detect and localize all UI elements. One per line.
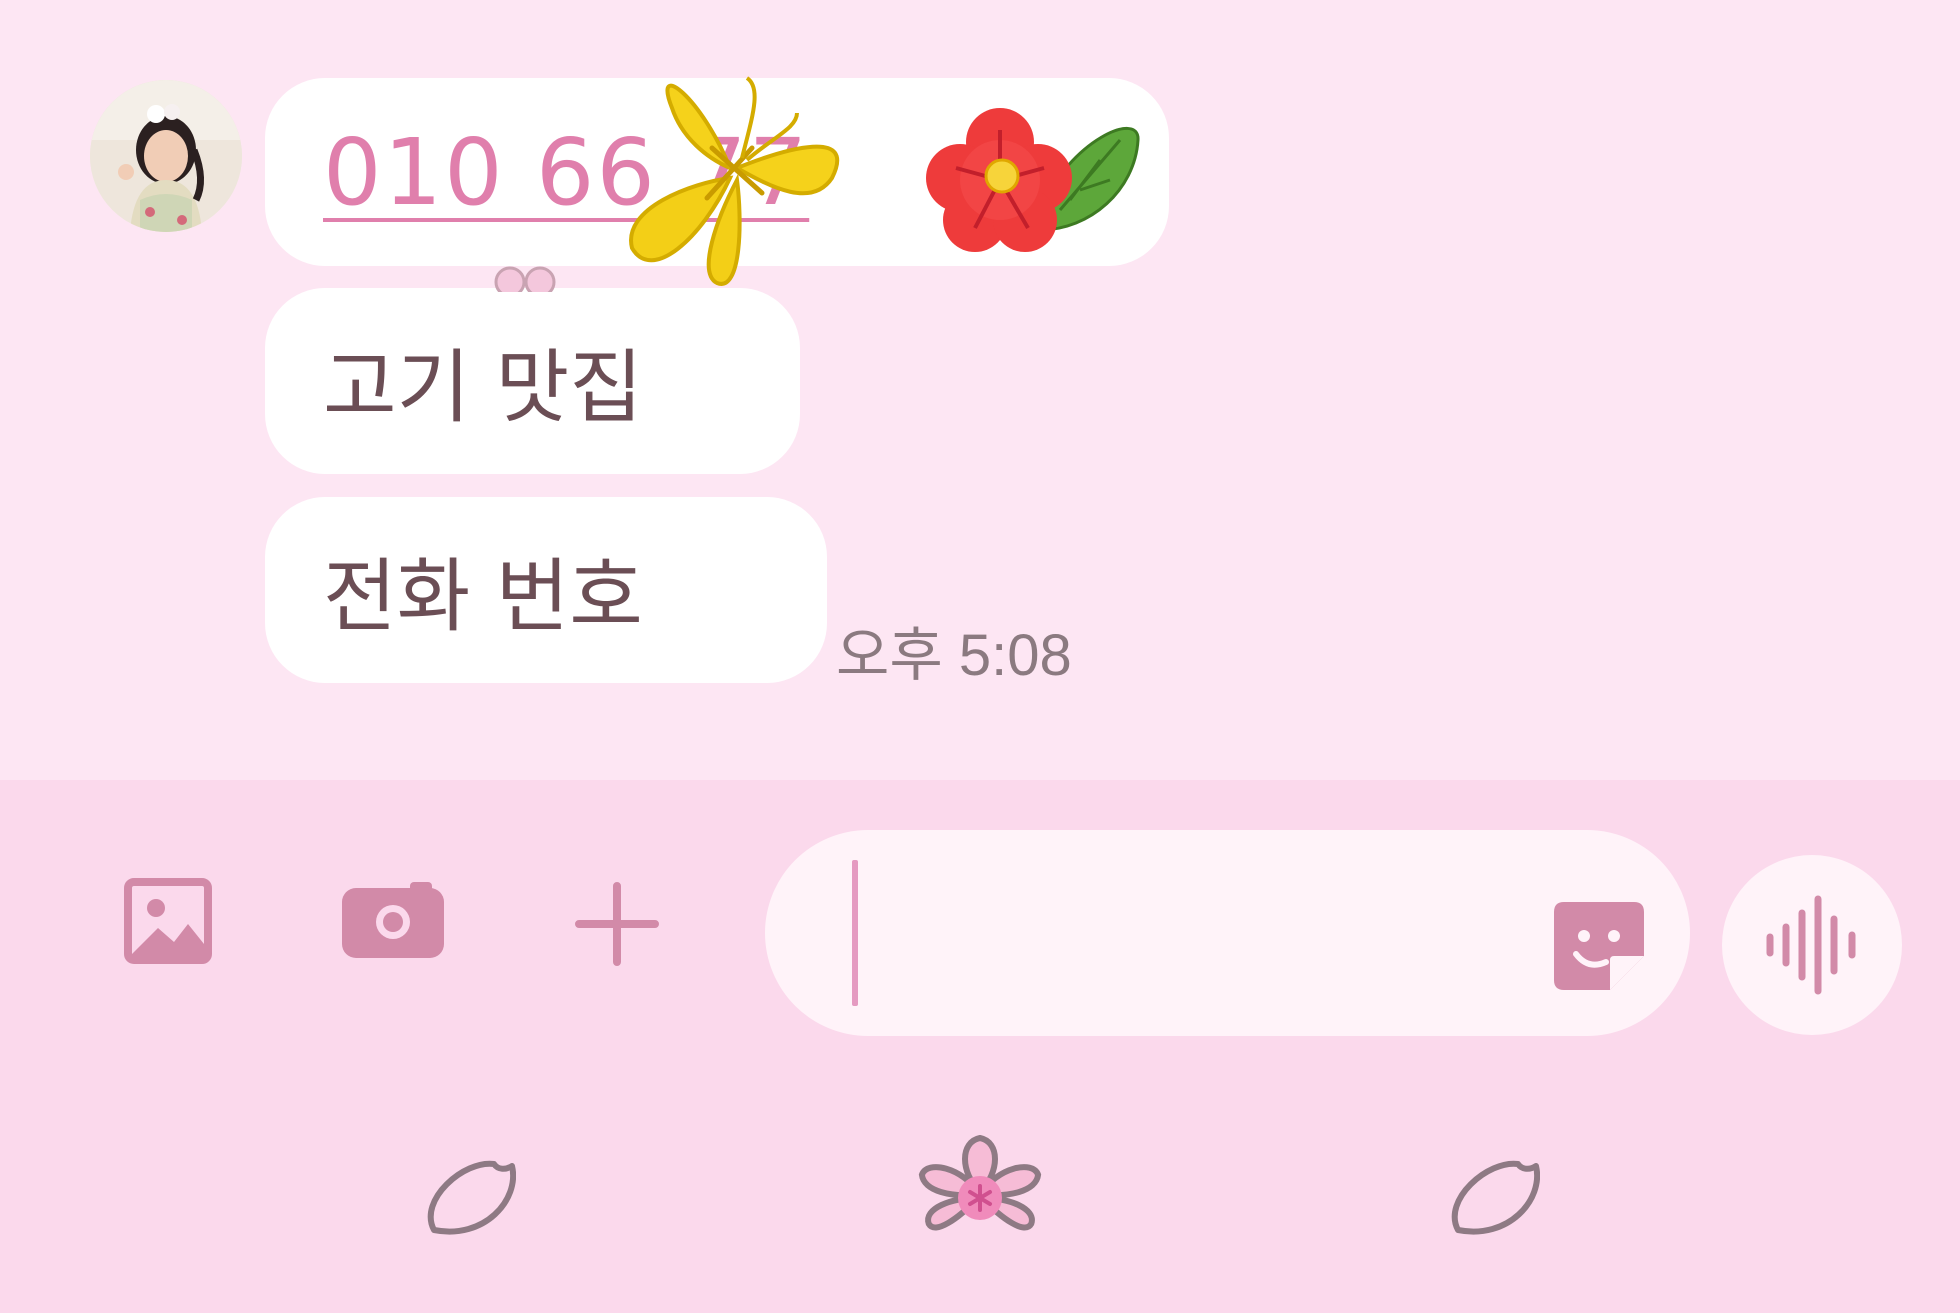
red-flower-sticker-icon: [926, 108, 1140, 252]
avatar-photo: [90, 80, 242, 232]
message-text: 전화 번호: [323, 550, 643, 643]
chat-area: 010 66 77 고기 맛집 전화 번호 오후 5:08: [0, 0, 1960, 780]
faded-blossom-icon: [494, 266, 556, 292]
petal-icon[interactable]: [1448, 1160, 1540, 1242]
blossom-icon[interactable]: [912, 1132, 1048, 1262]
message-input[interactable]: [765, 830, 1690, 1036]
sender-avatar[interactable]: [90, 80, 242, 232]
sticker-icon[interactable]: [1554, 902, 1644, 990]
message-bubble[interactable]: 고기 맛집: [265, 288, 800, 474]
butterfly-sticker-icon: [629, 76, 840, 286]
message-timestamp: 오후 5:08: [836, 623, 1072, 688]
text-caret: [852, 860, 858, 1006]
camera-icon[interactable]: [342, 882, 444, 958]
plus-icon[interactable]: [575, 882, 659, 966]
petal-icon[interactable]: [424, 1160, 516, 1242]
image-icon[interactable]: [124, 878, 212, 964]
message-bubble[interactable]: 전화 번호: [265, 497, 827, 683]
message-text: 고기 맛집: [323, 341, 643, 434]
voice-wave-icon: [1766, 895, 1856, 995]
